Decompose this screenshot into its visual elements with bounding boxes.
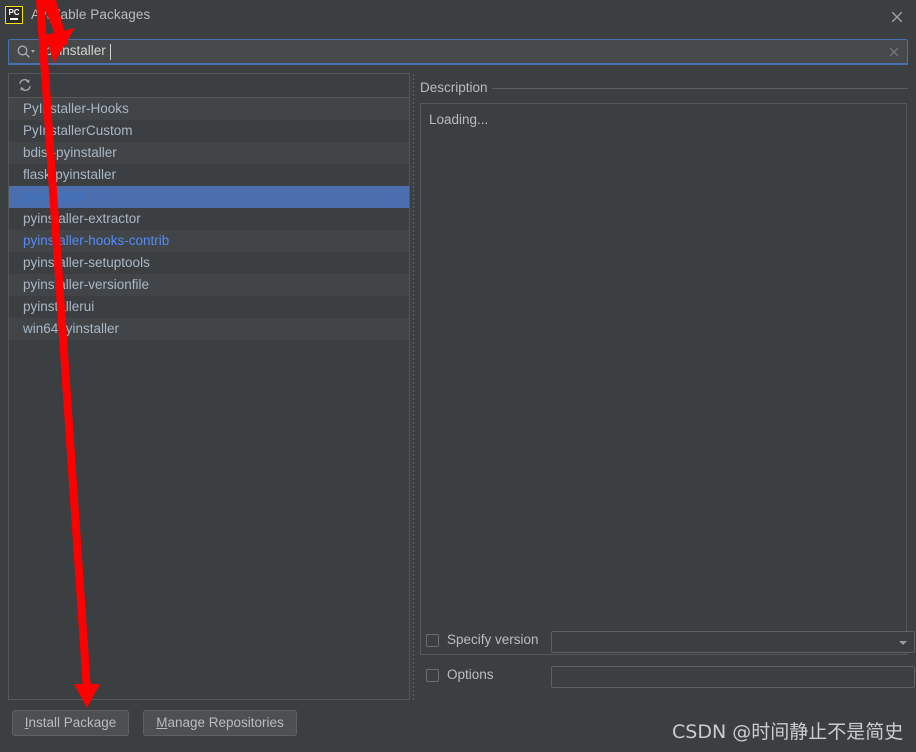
description-header: Description <box>418 80 908 96</box>
watermark-text: CSDN @时间静止不是简史 <box>672 721 904 743</box>
package-list-item[interactable]: pyinstaller-hooks-contrib <box>9 230 409 252</box>
search-value: pyinstaller <box>45 43 106 58</box>
package-list-panel: PyInstaller-Hooks PyInstallerCustom bdist-… <box>8 73 410 700</box>
search-input[interactable]: pyinstaller <box>8 39 908 65</box>
close-icon[interactable] <box>886 6 908 28</box>
description-box: Loading... <box>420 103 907 655</box>
chevron-down-icon <box>899 641 907 645</box>
list-toolbar <box>9 74 409 98</box>
package-list-item[interactable]: pyinstaller-setuptools <box>9 252 409 274</box>
description-panel: Description Loading... Specify version O… <box>418 73 915 700</box>
specify-version-label: Specify version <box>447 632 539 647</box>
manage-repositories-button[interactable]: Manage Repositories <box>143 710 297 736</box>
list-empty-area <box>9 340 409 699</box>
version-select[interactable] <box>551 631 915 653</box>
refresh-icon[interactable] <box>17 77 33 93</box>
install-label-rest: nstall Package <box>28 715 117 730</box>
pycharm-icon: PC <box>5 6 23 24</box>
clear-icon[interactable] <box>887 45 901 59</box>
description-text: Loading... <box>429 112 489 127</box>
manage-mnemonic: M <box>156 715 168 730</box>
package-list-item[interactable]: pyinstaller <box>9 186 409 208</box>
description-label: Description <box>420 80 494 95</box>
package-list-item[interactable]: win64pyinstaller <box>9 318 409 340</box>
specify-version-checkbox[interactable] <box>426 634 439 647</box>
text-caret <box>110 44 111 60</box>
panel-splitter[interactable] <box>410 73 418 700</box>
package-list-item[interactable]: bdist-pyinstaller <box>9 142 409 164</box>
install-package-button[interactable]: Install Package <box>12 710 129 736</box>
package-list-item[interactable]: pyinstaller-versionfile <box>9 274 409 296</box>
splitter-grip <box>412 73 415 700</box>
manage-label-rest: anage Repositories <box>167 715 284 730</box>
package-list-item[interactable]: pyinstaller-extractor <box>9 208 409 230</box>
options-label: Options <box>447 667 494 682</box>
package-list-item[interactable]: PyInstallerCustom <box>9 120 409 142</box>
package-list-item[interactable]: pyinstallerui <box>9 296 409 318</box>
window-title: Available Packages <box>31 7 151 22</box>
options-checkbox[interactable] <box>426 669 439 682</box>
package-list-item[interactable]: flask-pyinstaller <box>9 164 409 186</box>
options-input[interactable] <box>551 666 915 688</box>
title-bar: PC Available Packages <box>0 0 916 32</box>
package-list-item[interactable]: PyInstaller-Hooks <box>9 98 409 120</box>
search-icon[interactable] <box>16 44 36 60</box>
header-divider <box>492 88 908 89</box>
